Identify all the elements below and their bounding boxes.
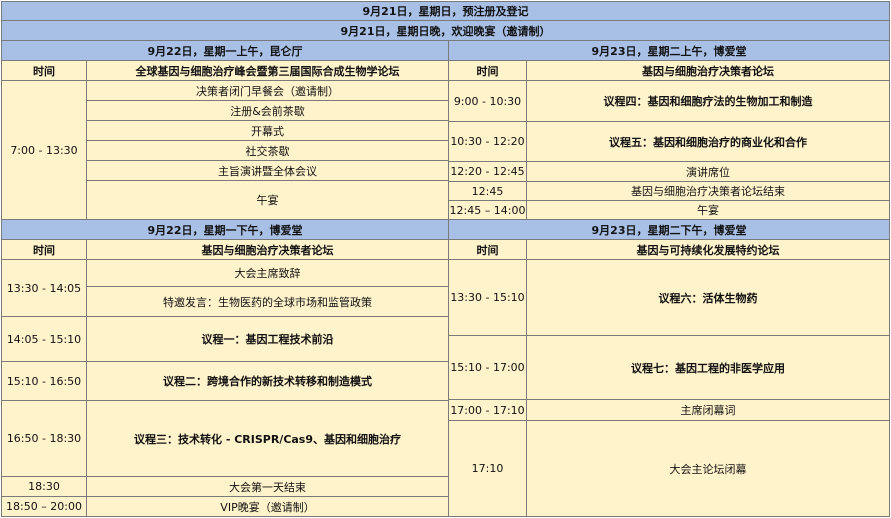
session-title: 议程六：活体生物药 xyxy=(527,260,890,336)
agenda-table: 9月21日，星期日，预注册及登记 9月21日，星期日晚，欢迎晚宴（邀请制） 9月… xyxy=(0,0,891,518)
header-tue-am: 9月23日，星期二上午，博爱堂 xyxy=(449,41,890,61)
header-tue-pm: 9月23日，星期二下午，博爱堂 xyxy=(449,220,890,240)
time-cell: 10:30 - 12:20 xyxy=(449,122,527,162)
col-time-header: 时间 xyxy=(449,240,527,260)
session-title: 议程七：基因工程的非医学应用 xyxy=(527,336,890,400)
time-cell: 13:30 - 15:10 xyxy=(449,260,527,336)
forum-title: 基因与可持续化发展特约论坛 xyxy=(527,240,890,260)
session-title: 议程五：基因和细胞治疗的商业化和合作 xyxy=(527,122,890,162)
time-cell: 15:10 - 17:00 xyxy=(449,336,527,400)
col-time-header: 时间 xyxy=(1,240,87,260)
time-cell: 12:45 xyxy=(449,182,527,201)
agenda-item: 注册&会前茶歇 xyxy=(87,101,449,121)
time-cell: 14:05 - 15:10 xyxy=(1,317,87,362)
header-mon-am: 9月22日，星期一上午，昆仑厅 xyxy=(1,41,449,61)
time-cell: 17:10 xyxy=(449,421,527,517)
time-cell: 13:30 - 14:05 xyxy=(1,260,87,317)
agenda-item: 开幕式 xyxy=(87,121,449,141)
agenda-item: 午宴 xyxy=(527,201,890,220)
forum-title: 基因与细胞治疗决策者论坛 xyxy=(87,240,449,260)
agenda-item: 大会主论坛闭幕 xyxy=(527,421,890,517)
agenda-item: 大会第一天结束 xyxy=(87,477,449,497)
col-time-header: 时间 xyxy=(449,61,527,81)
forum-title: 基因与细胞治疗决策者论坛 xyxy=(527,61,890,81)
time-cell: 12:20 - 12:45 xyxy=(449,162,527,182)
time-cell: 18:50 – 20:00 xyxy=(1,497,87,517)
agenda-item: 主席闭幕词 xyxy=(527,400,890,421)
time-cell: 12:45 – 14:00 xyxy=(449,201,527,220)
time-cell: 17:00 - 17:10 xyxy=(449,400,527,421)
header-mon-pm: 9月22日，星期一下午，博爱堂 xyxy=(1,220,449,240)
agenda-item: 午宴 xyxy=(87,181,449,220)
session-title: 议程三：技术转化 - CRISPR/Cas9、基因和细胞治疗 xyxy=(87,401,449,477)
agenda-item: 决策者闭门早餐会（邀请制） xyxy=(87,81,449,101)
session-title: 议程一：基因工程技术前沿 xyxy=(87,317,449,362)
agenda-item: 演讲席位 xyxy=(527,162,890,182)
agenda-item: 社交茶歇 xyxy=(87,141,449,161)
time-cell: 15:10 - 16:50 xyxy=(1,362,87,401)
agenda-item: 主旨演讲暨全体会议 xyxy=(87,161,449,181)
agenda-item: 基因与细胞治疗决策者论坛结束 xyxy=(527,182,890,201)
time-cell: 7:00 - 13:30 xyxy=(1,81,87,220)
time-cell: 9:00 - 10:30 xyxy=(449,81,527,122)
session-title: 议程二：跨境合作的新技术转移和制造模式 xyxy=(87,362,449,401)
forum-title: 全球基因与细胞治疗峰会暨第三届国际合成生物学论坛 xyxy=(87,61,449,81)
banner-registration: 9月21日，星期日，预注册及登记 xyxy=(1,1,890,21)
time-cell: 16:50 - 18:30 xyxy=(1,401,87,477)
session-title: 议程四：基因和细胞疗法的生物加工和制造 xyxy=(527,81,890,122)
time-cell: 18:30 xyxy=(1,477,87,497)
agenda-item: VIP晚宴（邀请制） xyxy=(87,497,449,517)
banner-welcome-dinner: 9月21日，星期日晚，欢迎晚宴（邀请制） xyxy=(1,21,890,41)
col-time-header: 时间 xyxy=(1,61,87,81)
agenda-item: 大会主席致辞 xyxy=(87,260,449,287)
agenda-item: 特邀发言：生物医药的全球市场和监管政策 xyxy=(87,287,449,317)
